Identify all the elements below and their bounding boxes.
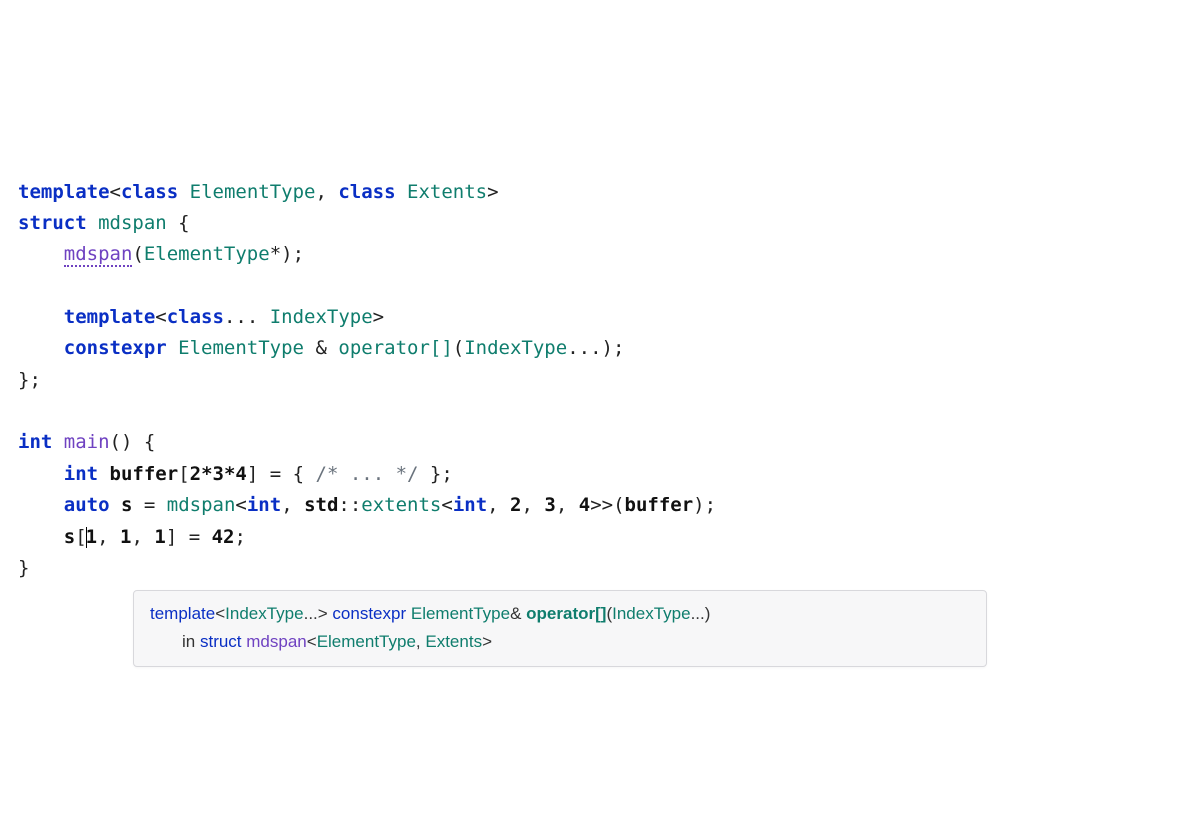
constructor-mdspan: mdspan: [64, 243, 133, 267]
code-line-11: auto s = mdspan<int, std::extents<int, 2…: [18, 494, 716, 516]
keyword-int: int: [18, 431, 52, 453]
array-dimension: 2*3*4: [190, 463, 247, 485]
code-line-3: mdspan(ElementType*);: [18, 243, 304, 267]
function-main: main: [64, 431, 110, 453]
code-line-6: constexpr ElementType & operator[](Index…: [18, 337, 624, 359]
type-elementtype: ElementType: [190, 181, 316, 203]
keyword-auto: auto: [64, 494, 110, 516]
keyword-template: template: [18, 181, 110, 203]
code-editor-viewport: template<class ElementType, class Extent…: [18, 145, 1178, 647]
keyword-int: int: [64, 463, 98, 485]
variable-s: s: [121, 494, 132, 516]
code-line-9: int main() {: [18, 431, 155, 453]
type-mdspan: mdspan: [167, 494, 236, 516]
keyword-class: class: [121, 181, 178, 203]
tooltip-operator-name: operator[]: [526, 604, 606, 623]
keyword-template: template: [64, 306, 156, 328]
comment: /* ... */: [316, 463, 419, 485]
code-line-1: template<class ElementType, class Extent…: [18, 181, 499, 203]
variable-buffer: buffer: [110, 463, 179, 485]
literal-42: 42: [212, 526, 235, 548]
code-line-7: };: [18, 369, 41, 391]
keyword-class: class: [167, 306, 224, 328]
tooltip-line-1: template<IndexType...> constexpr Element…: [150, 604, 710, 623]
keyword-class: class: [338, 181, 395, 203]
keyword-struct: struct: [18, 212, 87, 234]
code-line-5: template<class... IndexType>: [18, 306, 384, 328]
type-extents-param: Extents: [407, 181, 487, 203]
struct-name-mdspan: mdspan: [98, 212, 167, 234]
code-line-13: }: [18, 557, 29, 579]
type-indextype: IndexType: [270, 306, 373, 328]
keyword-constexpr: constexpr: [64, 337, 167, 359]
operator-subscript: operator: [338, 337, 430, 359]
type-extents: extents: [361, 494, 441, 516]
code-line-12: s[1, 1, 1] = 42;: [18, 526, 246, 548]
code-line-2: struct mdspan {: [18, 212, 190, 234]
tooltip-line-2: in struct mdspan<ElementType, Extents>: [182, 629, 970, 655]
code-line-10: int buffer[2*3*4] = { /* ... */ };: [18, 463, 453, 485]
variable-s: s: [64, 526, 75, 548]
signature-tooltip: template<IndexType...> constexpr Element…: [133, 590, 987, 667]
